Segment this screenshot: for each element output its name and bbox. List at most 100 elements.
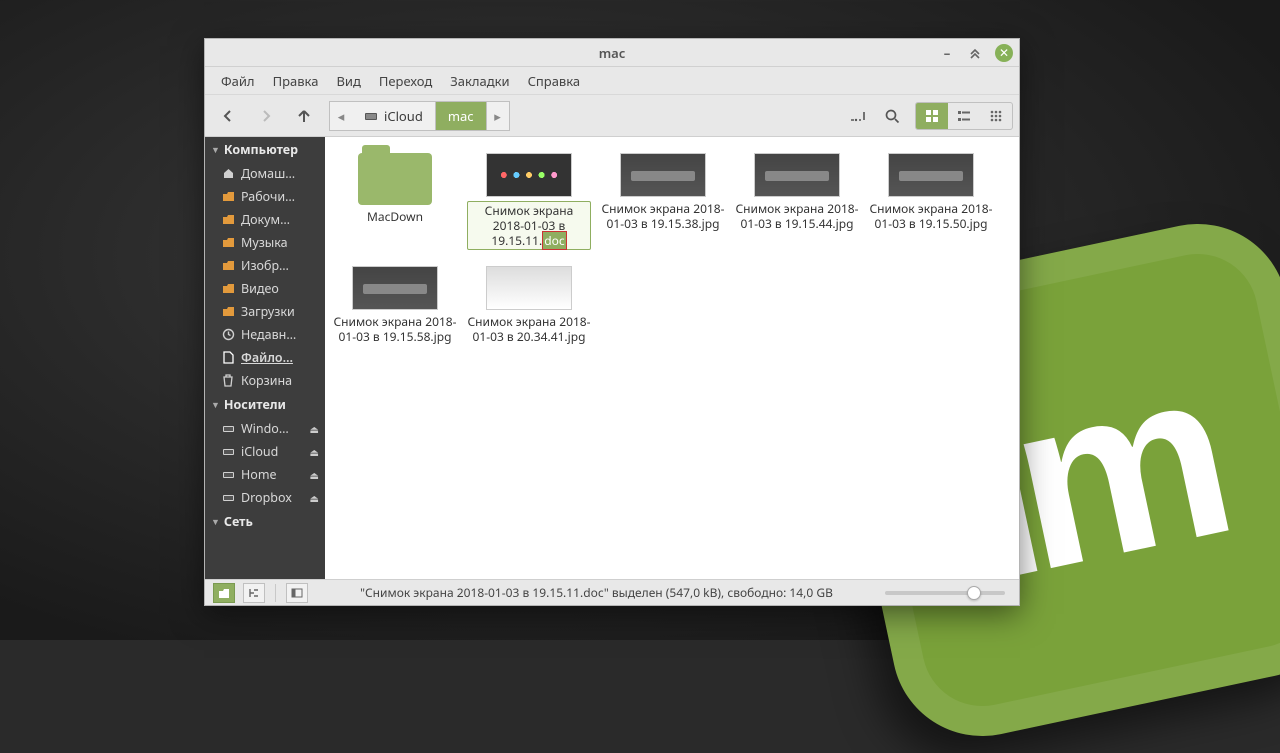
file-manager-window: mac – ✕ Файл Правка Вид Переход Закладки… (204, 38, 1020, 606)
eject-icon[interactable]: ⏏ (310, 422, 319, 436)
sidebar-section-title: Сеть (224, 513, 253, 530)
file-item[interactable]: Снимок экрана 2018-01-03 в 19.15.11.doc (465, 151, 593, 252)
sidebar-section-title: Носители (224, 396, 286, 413)
sidebar-item[interactable]: Недавн… (205, 323, 325, 346)
folder-icon (221, 236, 235, 250)
eject-icon[interactable]: ⏏ (310, 468, 319, 482)
sidebar-item-label: Недавн… (241, 326, 321, 343)
file-thumbnail (358, 153, 432, 205)
menu-bookmarks[interactable]: Закладки (442, 68, 517, 94)
path-label: iCloud (384, 107, 423, 125)
file-name: Снимок экрана 2018-01-03 в 19.15.44.jpg (735, 201, 859, 231)
up-button[interactable] (287, 101, 321, 131)
view-list-button[interactable] (948, 103, 980, 129)
folder-icon (221, 190, 235, 204)
toggle-path-button[interactable] (841, 101, 875, 131)
eject-icon[interactable]: ⏏ (310, 491, 319, 505)
icon-grid: MacDownСнимок экрана 2018-01-03 в 19.15.… (331, 151, 1013, 346)
file-item[interactable]: Снимок экрана 2018-01-03 в 20.34.41.jpg (465, 264, 593, 346)
menu-file[interactable]: Файл (213, 68, 263, 94)
chevron-down-icon: ▼ (211, 398, 220, 411)
zoom-knob[interactable] (967, 586, 981, 600)
file-item[interactable]: Снимок экрана 2018-01-03 в 19.15.58.jpg (331, 264, 459, 346)
menu-go[interactable]: Переход (371, 68, 440, 94)
sidebar-item[interactable]: Домаш… (205, 162, 325, 185)
folder-icon (221, 213, 235, 227)
clock-icon (221, 328, 235, 342)
sidebar-item[interactable]: Докум… (205, 208, 325, 231)
sidebar-item[interactable]: Рабочи… (205, 185, 325, 208)
disk-icon (221, 422, 235, 436)
sidebar-item-label: Видео (241, 280, 321, 297)
back-button[interactable] (211, 101, 245, 131)
file-item[interactable]: Снимок экрана 2018-01-03 в 19.15.38.jpg (599, 151, 727, 252)
file-thumbnail (888, 153, 974, 197)
file-name: Снимок экрана 2018-01-03 в 19.15.58.jpg (333, 314, 457, 344)
file-name: Снимок экрана 2018-01-03 в 19.15.38.jpg (601, 201, 725, 231)
sidebar-item[interactable]: Windo…⏏ (205, 417, 325, 440)
sidebar-item[interactable]: Home⏏ (205, 463, 325, 486)
file-name: Снимок экрана 2018-01-03 в 20.34.41.jpg (467, 314, 591, 344)
sidebar-item-label: Домаш… (241, 165, 321, 182)
toolbar: ◂ iCloud mac ▸ (205, 95, 1019, 137)
sidebar-section-header[interactable]: ▼Сеть (205, 509, 325, 534)
menubar: Файл Правка Вид Переход Закладки Справка (205, 67, 1019, 95)
path-next-button[interactable]: ▸ (487, 102, 509, 130)
status-text: "Снимок экрана 2018-01-03 в 19.15.11.doc… (316, 584, 877, 601)
disk-icon (364, 110, 378, 122)
sidebar-section-header[interactable]: ▼Компьютер (205, 137, 325, 162)
folder-item[interactable]: MacDown (331, 151, 459, 252)
sidebar-item[interactable]: Видео (205, 277, 325, 300)
home-icon (221, 167, 235, 181)
sidebar-item-label: Докум… (241, 211, 321, 228)
sidebar-section-header[interactable]: ▼ Носители (205, 392, 325, 417)
folder-icon (221, 259, 235, 273)
menu-edit[interactable]: Правка (265, 68, 327, 94)
menu-view[interactable]: Вид (328, 68, 368, 94)
content-pane[interactable]: MacDownСнимок экрана 2018-01-03 в 19.15.… (325, 137, 1019, 579)
sidebar-item[interactable]: Dropbox⏏ (205, 486, 325, 509)
sidebar-item[interactable]: Корзина (205, 369, 325, 392)
file-item[interactable]: Снимок экрана 2018-01-03 в 19.15.44.jpg (733, 151, 861, 252)
path-prev-button[interactable]: ◂ (330, 102, 352, 130)
places-pane-button[interactable] (213, 583, 235, 603)
pathbar: ◂ iCloud mac ▸ (329, 101, 510, 131)
sidebar-item-label: Загрузки (241, 303, 321, 320)
file-thumbnail (486, 266, 572, 310)
sidebar-item[interactable]: Загрузки (205, 300, 325, 323)
window-body: ▼Компьютер Домаш… Рабочи… Докум… Музыка Изобр… (205, 137, 1019, 579)
toolbar-right (841, 101, 1013, 131)
eject-icon[interactable]: ⏏ (310, 445, 319, 459)
close-button[interactable]: ✕ (995, 44, 1013, 62)
window-controls: – ✕ (939, 39, 1013, 66)
chevron-down-icon: ▼ (211, 143, 220, 156)
folder-icon (221, 305, 235, 319)
sidebar-item[interactable]: Файло… (205, 346, 325, 369)
trash-icon (221, 374, 235, 388)
path-segment-icloud[interactable]: iCloud (352, 102, 436, 130)
file-item[interactable]: Снимок экрана 2018-01-03 в 19.15.50.jpg (867, 151, 995, 252)
window-title: mac (599, 44, 626, 62)
sidebar-item-label: Изобр… (241, 257, 321, 274)
search-button[interactable] (875, 101, 909, 131)
file-thumbnail (352, 266, 438, 310)
sidebar-item[interactable]: iCloud⏏ (205, 440, 325, 463)
view-mode-buttons (915, 102, 1013, 130)
forward-button[interactable] (249, 101, 283, 131)
close-side-pane-button[interactable] (286, 583, 308, 603)
tree-pane-button[interactable] (243, 583, 265, 603)
statusbar: "Снимок экрана 2018-01-03 в 19.15.11.doc… (205, 579, 1019, 605)
sidebar-item[interactable]: Изобр… (205, 254, 325, 277)
sidebar: ▼Компьютер Домаш… Рабочи… Докум… Музыка Изобр… (205, 137, 325, 579)
file-name: Снимок экрана 2018-01-03 в 19.15.11.doc (467, 201, 591, 250)
menu-help[interactable]: Справка (520, 68, 589, 94)
file-icon (221, 351, 235, 365)
sidebar-item[interactable]: Музыка (205, 231, 325, 254)
maximize-button[interactable] (967, 45, 983, 61)
zoom-slider[interactable] (885, 591, 1005, 595)
sidebar-item-label: Файло… (241, 349, 321, 366)
view-icons-button[interactable] (916, 103, 948, 129)
path-segment-mac[interactable]: mac (436, 102, 487, 130)
view-compact-button[interactable] (980, 103, 1012, 129)
minimize-button[interactable]: – (939, 45, 955, 61)
